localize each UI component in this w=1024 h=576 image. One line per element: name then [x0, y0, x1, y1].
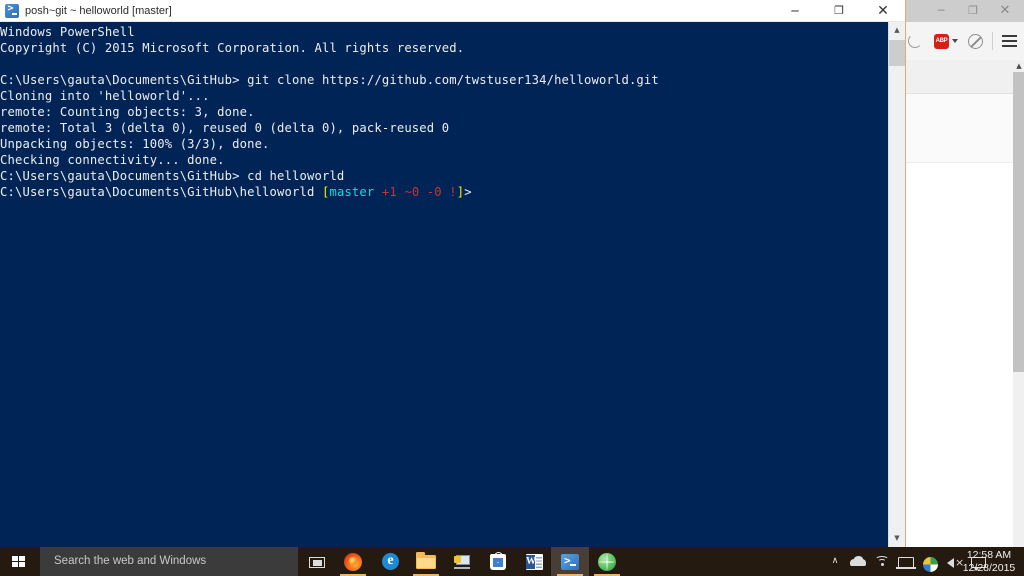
console-line: C:\Users\gauta\Documents\GitHub> git clo…	[0, 72, 880, 88]
reload-icon[interactable]	[908, 34, 922, 48]
network-icon[interactable]	[894, 547, 918, 576]
console-segment: remote: Total 3 (delta 0), reused 0 (del…	[0, 121, 450, 135]
console-line: C:\Users\gauta\Documents\GitHub> cd hell…	[0, 168, 880, 184]
console-segment: remote: Counting objects: 3, done.	[0, 105, 255, 119]
powershell-icon	[5, 3, 19, 18]
search-placeholder: Search the web and Windows	[54, 555, 207, 567]
taskbar: Search the web and Windows e W > ∧ × 12:…	[0, 547, 1024, 576]
console-line: Copyright (C) 2015 Microsoft Corporation…	[0, 40, 880, 56]
wifi-icon[interactable]	[870, 547, 894, 576]
background-close-button[interactable]: ✕	[990, 0, 1020, 22]
toolbar-divider	[992, 32, 993, 50]
clock-date: 12/28/2015	[962, 562, 1016, 574]
powershell-window[interactable]: posh~git ~ helloworld [master] ─ ❐ ✕ Win…	[0, 0, 905, 547]
windows-logo-icon	[12, 556, 25, 568]
taskbar-item-firefox[interactable]	[334, 547, 372, 576]
scrollbar-thumb[interactable]	[889, 40, 905, 66]
close-button[interactable]: ✕	[861, 0, 905, 22]
minimize-button[interactable]: ─	[773, 0, 817, 22]
background-window-titlebar[interactable]: ─ ❐ ✕	[906, 0, 1024, 22]
desktop-screen: ─ ❐ ✕ ABP ▲ posh~git ~ hellowor	[0, 0, 1024, 576]
console-segment: master	[329, 185, 375, 199]
browser-scrollbar[interactable]: ▲	[1013, 60, 1024, 547]
edge-icon: e	[382, 553, 399, 570]
console-segment: C:\Users\gauta\Documents\GitHub\hellowor…	[0, 185, 322, 199]
background-maximize-button[interactable]: ❐	[958, 0, 988, 22]
taskbar-item-file-explorer[interactable]	[407, 547, 445, 576]
folder-icon	[416, 552, 436, 569]
console-segment: C:\Users\gauta\Documents\GitHub> cd hell…	[0, 169, 345, 183]
page-header-band	[906, 60, 1024, 94]
console-segment: Unpacking objects: 100% (3/3), done.	[0, 137, 270, 151]
console-segment: C:\Users\gauta\Documents\GitHub> git clo…	[0, 73, 659, 87]
console-segment: >	[464, 185, 472, 199]
console-line: Checking connectivity... done.	[0, 152, 880, 168]
console-output-area[interactable]: Windows PowerShell Copyright (C) 2015 Mic…	[0, 22, 905, 547]
page-body-block	[906, 94, 1024, 163]
scrollbar-thumb[interactable]	[1013, 72, 1024, 372]
maximize-button[interactable]: ❐	[817, 0, 861, 22]
powershell-titlebar[interactable]: posh~git ~ helloworld [master] ─ ❐ ✕	[0, 0, 905, 22]
task-view-icon	[309, 557, 325, 568]
word-icon	[526, 554, 543, 570]
scroll-down-arrow-icon[interactable]: ▼	[889, 530, 905, 547]
console-segment: Checking connectivity... done.	[0, 153, 225, 167]
taskbar-item-edge[interactable]: e	[371, 547, 409, 576]
console-line: remote: Total 3 (delta 0), reused 0 (del…	[0, 120, 880, 136]
show-hidden-icons-button[interactable]: ∧	[824, 547, 846, 576]
console-text: Windows PowerShell Copyright (C) 2015 Mic…	[0, 24, 880, 200]
firefox-icon	[344, 553, 362, 571]
scroll-up-arrow-icon[interactable]: ▲	[889, 22, 905, 39]
taskbar-item-remote-desktop[interactable]	[443, 547, 481, 576]
start-button[interactable]	[0, 547, 40, 576]
taskbar-item-store[interactable]	[479, 547, 517, 576]
security-essentials-icon[interactable]	[918, 547, 942, 576]
background-minimize-button[interactable]: ─	[926, 0, 956, 22]
console-line: remote: Counting objects: 3, done.	[0, 104, 880, 120]
browser-content-area[interactable]: ▲	[906, 60, 1024, 547]
adblock-plus-icon[interactable]: ABP	[934, 34, 949, 49]
search-input[interactable]: Search the web and Windows	[40, 547, 298, 576]
console-line: C:\Users\gauta\Documents\GitHub\hellowor…	[0, 184, 880, 200]
powershell-icon	[561, 554, 579, 570]
console-segment: Windows PowerShell	[0, 25, 135, 39]
scroll-up-arrow-icon[interactable]: ▲	[1013, 60, 1024, 72]
onedrive-icon[interactable]	[846, 547, 870, 576]
console-line: Windows PowerShell	[0, 24, 880, 40]
background-browser-window[interactable]: ─ ❐ ✕ ABP ▲	[905, 0, 1024, 547]
remote-desktop-icon	[453, 555, 471, 569]
console-segment: +1 ~0 -0 !	[374, 185, 457, 199]
taskbar-item-task-view[interactable]	[298, 547, 336, 576]
clock[interactable]: 12:58 AM 12/28/2015	[954, 547, 1024, 576]
chevron-down-icon[interactable]	[952, 39, 958, 43]
browser-toolbar: ABP	[906, 22, 1024, 61]
globe-icon	[598, 553, 616, 571]
console-line: Cloning into 'helloworld'...	[0, 88, 880, 104]
taskbar-item-word[interactable]	[515, 547, 553, 576]
console-segment: Cloning into 'helloworld'...	[0, 89, 210, 103]
store-icon	[490, 551, 506, 570]
console-line: Unpacking objects: 100% (3/3), done.	[0, 136, 880, 152]
window-title: posh~git ~ helloworld [master]	[25, 5, 172, 17]
clock-time: 12:58 AM	[966, 549, 1012, 561]
taskbar-item-globe-app[interactable]	[588, 547, 626, 576]
console-segment: Copyright (C) 2015 Microsoft Corporation…	[0, 41, 465, 55]
taskbar-item-powershell[interactable]	[551, 547, 589, 576]
console-scrollbar[interactable]: ▲ ▼	[888, 22, 905, 547]
extension-icon[interactable]	[968, 34, 983, 49]
hamburger-menu-icon[interactable]	[1002, 35, 1017, 47]
